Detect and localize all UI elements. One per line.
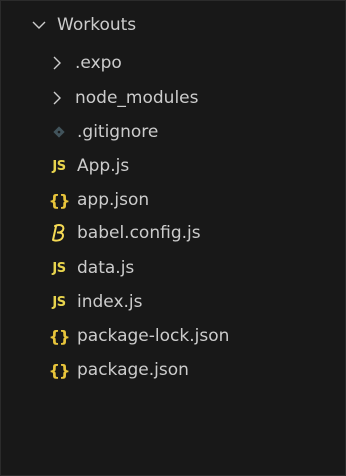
file-label: data.js <box>77 258 135 278</box>
json-icon: {} <box>48 326 71 346</box>
file-babel-config[interactable]: babel.config.js <box>1 217 345 249</box>
file-index-js[interactable]: JS index.js <box>1 286 345 318</box>
folder-label: .expo <box>75 53 122 73</box>
chevron-right-icon <box>49 55 65 71</box>
file-data-js[interactable]: JS data.js <box>1 252 345 284</box>
file-package-json[interactable]: {} package.json <box>1 354 345 386</box>
chevron-right-icon <box>49 90 65 106</box>
folder-label: node_modules <box>75 88 199 108</box>
file-label: babel.config.js <box>77 223 201 243</box>
json-icon: {} <box>48 190 71 210</box>
javascript-icon: JS <box>52 294 66 310</box>
javascript-icon: JS <box>52 158 66 174</box>
file-gitignore[interactable]: .gitignore <box>1 116 345 148</box>
file-label: index.js <box>77 292 143 312</box>
file-label: .gitignore <box>77 122 159 142</box>
file-app-js[interactable]: JS App.js <box>1 150 345 182</box>
folder-expo[interactable]: .expo <box>1 47 345 79</box>
folder-node-modules[interactable]: node_modules <box>1 82 345 114</box>
file-label: package-lock.json <box>77 326 230 346</box>
chevron-down-icon <box>31 17 47 33</box>
file-label: package.json <box>77 360 189 380</box>
file-label: app.json <box>77 190 150 210</box>
folder-workouts[interactable]: Workouts <box>1 9 345 41</box>
file-app-json[interactable]: {} app.json <box>1 184 345 216</box>
json-icon: {} <box>48 360 71 380</box>
javascript-icon: JS <box>52 260 66 276</box>
git-icon <box>48 122 70 142</box>
folder-label: Workouts <box>57 15 137 35</box>
file-label: App.js <box>77 156 130 176</box>
babel-icon <box>48 223 70 243</box>
file-package-lock-json[interactable]: {} package-lock.json <box>1 320 345 352</box>
file-explorer: Workouts .expo node_modules .gitignore J… <box>0 0 346 476</box>
